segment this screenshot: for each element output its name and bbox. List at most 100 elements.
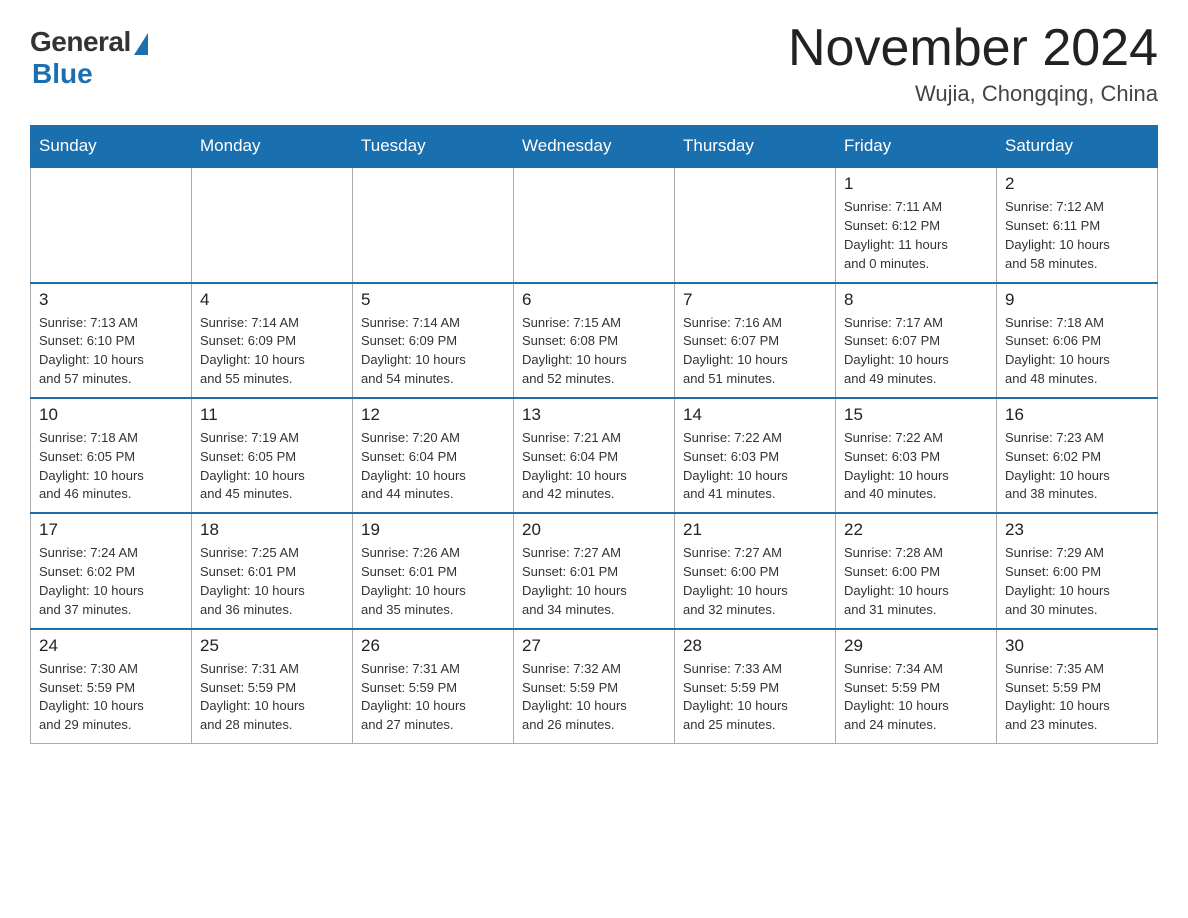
day-info: Sunrise: 7:20 AM Sunset: 6:04 PM Dayligh… xyxy=(361,429,505,504)
calendar-table: SundayMondayTuesdayWednesdayThursdayFrid… xyxy=(30,125,1158,744)
day-number: 21 xyxy=(683,520,827,540)
title-block: November 2024 Wujia, Chongqing, China xyxy=(788,20,1158,107)
logo-general-text: General xyxy=(30,26,131,58)
weekday-header-friday: Friday xyxy=(836,126,997,168)
day-number: 27 xyxy=(522,636,666,656)
calendar-cell-w2d2: 4 Sunrise: 7:14 AM Sunset: 6:09 PM Daylig… xyxy=(192,283,353,398)
weekday-header-saturday: Saturday xyxy=(997,126,1158,168)
day-number: 23 xyxy=(1005,520,1149,540)
calendar-cell-w4d5: 21 Sunrise: 7:27 AM Sunset: 6:00 PM Dayli… xyxy=(675,513,836,628)
day-number: 13 xyxy=(522,405,666,425)
calendar-cell-w2d5: 7 Sunrise: 7:16 AM Sunset: 6:07 PM Daylig… xyxy=(675,283,836,398)
day-info: Sunrise: 7:28 AM Sunset: 6:00 PM Dayligh… xyxy=(844,544,988,619)
calendar-cell-w4d6: 22 Sunrise: 7:28 AM Sunset: 6:00 PM Dayli… xyxy=(836,513,997,628)
calendar-cell-w4d7: 23 Sunrise: 7:29 AM Sunset: 6:00 PM Dayli… xyxy=(997,513,1158,628)
day-number: 2 xyxy=(1005,174,1149,194)
day-number: 11 xyxy=(200,405,344,425)
month-title: November 2024 xyxy=(788,20,1158,77)
calendar-cell-w3d3: 12 Sunrise: 7:20 AM Sunset: 6:04 PM Dayli… xyxy=(353,398,514,513)
day-number: 4 xyxy=(200,290,344,310)
day-info: Sunrise: 7:24 AM Sunset: 6:02 PM Dayligh… xyxy=(39,544,183,619)
day-info: Sunrise: 7:27 AM Sunset: 6:00 PM Dayligh… xyxy=(683,544,827,619)
week-row-4: 17 Sunrise: 7:24 AM Sunset: 6:02 PM Dayli… xyxy=(31,513,1158,628)
day-info: Sunrise: 7:11 AM Sunset: 6:12 PM Dayligh… xyxy=(844,198,988,273)
calendar-cell-w1d6: 1 Sunrise: 7:11 AM Sunset: 6:12 PM Daylig… xyxy=(836,167,997,282)
day-info: Sunrise: 7:29 AM Sunset: 6:00 PM Dayligh… xyxy=(1005,544,1149,619)
calendar-cell-w1d4 xyxy=(514,167,675,282)
day-info: Sunrise: 7:18 AM Sunset: 6:05 PM Dayligh… xyxy=(39,429,183,504)
calendar-cell-w4d1: 17 Sunrise: 7:24 AM Sunset: 6:02 PM Dayli… xyxy=(31,513,192,628)
week-row-1: 1 Sunrise: 7:11 AM Sunset: 6:12 PM Daylig… xyxy=(31,167,1158,282)
day-info: Sunrise: 7:30 AM Sunset: 5:59 PM Dayligh… xyxy=(39,660,183,735)
day-info: Sunrise: 7:34 AM Sunset: 5:59 PM Dayligh… xyxy=(844,660,988,735)
calendar-header-row: SundayMondayTuesdayWednesdayThursdayFrid… xyxy=(31,126,1158,168)
calendar-cell-w3d7: 16 Sunrise: 7:23 AM Sunset: 6:02 PM Dayli… xyxy=(997,398,1158,513)
calendar-cell-w1d5 xyxy=(675,167,836,282)
day-info: Sunrise: 7:33 AM Sunset: 5:59 PM Dayligh… xyxy=(683,660,827,735)
calendar-cell-w4d4: 20Sunrise: 7:27 AM Sunset: 6:01 PM Dayli… xyxy=(514,513,675,628)
day-info: Sunrise: 7:23 AM Sunset: 6:02 PM Dayligh… xyxy=(1005,429,1149,504)
day-number: 3 xyxy=(39,290,183,310)
weekday-header-thursday: Thursday xyxy=(675,126,836,168)
week-row-5: 24 Sunrise: 7:30 AM Sunset: 5:59 PM Dayli… xyxy=(31,629,1158,744)
day-info: Sunrise: 7:32 AM Sunset: 5:59 PM Dayligh… xyxy=(522,660,666,735)
day-number: 7 xyxy=(683,290,827,310)
location-title: Wujia, Chongqing, China xyxy=(788,81,1158,107)
day-info: Sunrise: 7:21 AM Sunset: 6:04 PM Dayligh… xyxy=(522,429,666,504)
day-info: Sunrise: 7:22 AM Sunset: 6:03 PM Dayligh… xyxy=(844,429,988,504)
day-number: 1 xyxy=(844,174,988,194)
day-number: 20 xyxy=(522,520,666,540)
day-info: Sunrise: 7:31 AM Sunset: 5:59 PM Dayligh… xyxy=(361,660,505,735)
day-number: 26 xyxy=(361,636,505,656)
day-number: 12 xyxy=(361,405,505,425)
calendar-cell-w2d1: 3 Sunrise: 7:13 AM Sunset: 6:10 PM Daylig… xyxy=(31,283,192,398)
day-info: Sunrise: 7:22 AM Sunset: 6:03 PM Dayligh… xyxy=(683,429,827,504)
calendar-cell-w5d7: 30Sunrise: 7:35 AM Sunset: 5:59 PM Dayli… xyxy=(997,629,1158,744)
day-info: Sunrise: 7:14 AM Sunset: 6:09 PM Dayligh… xyxy=(200,314,344,389)
calendar-cell-w3d6: 15Sunrise: 7:22 AM Sunset: 6:03 PM Dayli… xyxy=(836,398,997,513)
weekday-header-wednesday: Wednesday xyxy=(514,126,675,168)
day-number: 25 xyxy=(200,636,344,656)
day-info: Sunrise: 7:25 AM Sunset: 6:01 PM Dayligh… xyxy=(200,544,344,619)
calendar-cell-w3d1: 10 Sunrise: 7:18 AM Sunset: 6:05 PM Dayli… xyxy=(31,398,192,513)
weekday-header-tuesday: Tuesday xyxy=(353,126,514,168)
day-info: Sunrise: 7:19 AM Sunset: 6:05 PM Dayligh… xyxy=(200,429,344,504)
logo-blue-text: Blue xyxy=(32,58,93,90)
day-number: 24 xyxy=(39,636,183,656)
day-number: 9 xyxy=(1005,290,1149,310)
calendar-cell-w4d3: 19 Sunrise: 7:26 AM Sunset: 6:01 PM Dayli… xyxy=(353,513,514,628)
calendar-cell-w3d5: 14 Sunrise: 7:22 AM Sunset: 6:03 PM Dayli… xyxy=(675,398,836,513)
calendar-cell-w1d1 xyxy=(31,167,192,282)
day-number: 8 xyxy=(844,290,988,310)
weekday-header-monday: Monday xyxy=(192,126,353,168)
logo: General Blue xyxy=(30,20,148,90)
day-info: Sunrise: 7:14 AM Sunset: 6:09 PM Dayligh… xyxy=(361,314,505,389)
day-info: Sunrise: 7:31 AM Sunset: 5:59 PM Dayligh… xyxy=(200,660,344,735)
day-info: Sunrise: 7:17 AM Sunset: 6:07 PM Dayligh… xyxy=(844,314,988,389)
calendar-cell-w5d5: 28 Sunrise: 7:33 AM Sunset: 5:59 PM Dayli… xyxy=(675,629,836,744)
day-number: 28 xyxy=(683,636,827,656)
calendar-cell-w2d7: 9 Sunrise: 7:18 AM Sunset: 6:06 PM Daylig… xyxy=(997,283,1158,398)
day-number: 10 xyxy=(39,405,183,425)
day-number: 6 xyxy=(522,290,666,310)
day-number: 16 xyxy=(1005,405,1149,425)
day-info: Sunrise: 7:18 AM Sunset: 6:06 PM Dayligh… xyxy=(1005,314,1149,389)
day-info: Sunrise: 7:12 AM Sunset: 6:11 PM Dayligh… xyxy=(1005,198,1149,273)
calendar-cell-w4d2: 18Sunrise: 7:25 AM Sunset: 6:01 PM Dayli… xyxy=(192,513,353,628)
day-info: Sunrise: 7:16 AM Sunset: 6:07 PM Dayligh… xyxy=(683,314,827,389)
day-info: Sunrise: 7:13 AM Sunset: 6:10 PM Dayligh… xyxy=(39,314,183,389)
day-number: 30 xyxy=(1005,636,1149,656)
day-info: Sunrise: 7:26 AM Sunset: 6:01 PM Dayligh… xyxy=(361,544,505,619)
calendar-cell-w5d6: 29Sunrise: 7:34 AM Sunset: 5:59 PM Dayli… xyxy=(836,629,997,744)
calendar-cell-w2d4: 6Sunrise: 7:15 AM Sunset: 6:08 PM Daylig… xyxy=(514,283,675,398)
day-number: 5 xyxy=(361,290,505,310)
day-number: 14 xyxy=(683,405,827,425)
day-number: 22 xyxy=(844,520,988,540)
day-number: 17 xyxy=(39,520,183,540)
calendar-cell-w1d2 xyxy=(192,167,353,282)
week-row-2: 3 Sunrise: 7:13 AM Sunset: 6:10 PM Daylig… xyxy=(31,283,1158,398)
day-number: 19 xyxy=(361,520,505,540)
calendar-cell-w5d2: 25 Sunrise: 7:31 AM Sunset: 5:59 PM Dayli… xyxy=(192,629,353,744)
page-header: General Blue November 2024 Wujia, Chongq… xyxy=(30,20,1158,107)
calendar-cell-w1d3 xyxy=(353,167,514,282)
